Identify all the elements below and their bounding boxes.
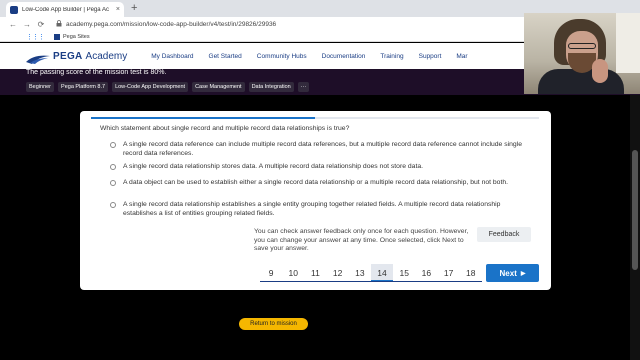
feedback-note: You can check answer feedback only once … (254, 228, 469, 252)
radio-button[interactable] (110, 180, 116, 186)
tag-low-code[interactable]: Low-Code App Development (112, 82, 189, 92)
answer-option-text[interactable]: A single record data relationship establ… (123, 201, 523, 218)
webcam-door (616, 13, 640, 73)
feedback-button[interactable]: Feedback (477, 227, 531, 242)
browser-tab[interactable]: Low-Code App Builder | Pega Ac × (6, 2, 124, 17)
page-12[interactable]: 12 (327, 264, 349, 282)
page-11[interactable]: 11 (304, 264, 326, 282)
page-15[interactable]: 15 (393, 264, 415, 282)
answer-option[interactable]: A single record data relationship stores… (110, 163, 523, 172)
question-text: Which statement about single record and … (100, 125, 350, 132)
back-icon[interactable]: ← (6, 20, 20, 29)
answer-option-text[interactable]: A single record data relationship stores… (123, 163, 523, 172)
return-to-mission-button[interactable]: Return to mission (239, 318, 308, 330)
nav-my-dashboard[interactable]: My Dashboard (151, 53, 193, 60)
close-tab-icon[interactable]: × (116, 6, 120, 13)
apps-grid-icon[interactable]: ⋮⋮⋮ (26, 33, 45, 41)
page-9[interactable]: 9 (260, 264, 282, 282)
pager-underline (260, 281, 482, 282)
answer-option[interactable]: A single record data relationship establ… (110, 201, 523, 218)
nav-community-hubs[interactable]: Community Hubs (257, 53, 307, 60)
tag-beginner[interactable]: Beginner (26, 82, 55, 92)
top-navigation: My Dashboard Get Started Community Hubs … (151, 53, 482, 60)
address-bar[interactable]: academy.pega.com/mission/low-code-app-bu… (66, 21, 276, 28)
webcam-overlay (524, 13, 640, 94)
forward-icon[interactable]: → (20, 20, 34, 29)
page-10[interactable]: 10 (282, 264, 304, 282)
lock-icon (56, 20, 62, 29)
question-card: Which statement about single record and … (80, 111, 551, 290)
bookmark-pega-sites[interactable]: Pega Sites (63, 34, 90, 40)
question-pager: 9 10 11 12 13 14 15 16 17 18 (260, 264, 482, 282)
nav-training[interactable]: Training (380, 53, 403, 60)
tag-data-integration[interactable]: Data Integration (248, 82, 294, 92)
nav-support[interactable]: Support (419, 53, 442, 60)
radio-button[interactable] (110, 142, 116, 148)
radio-button[interactable] (110, 202, 116, 208)
answer-option-text[interactable]: A data object can be used to establish e… (123, 179, 523, 188)
page-14-current[interactable]: 14 (370, 264, 394, 282)
test-progress-fill (91, 117, 315, 119)
tag-list: Beginner Pega Platform 8.7 Low-Code App … (26, 82, 313, 92)
page-18[interactable]: 18 (460, 264, 482, 282)
tag-case-management[interactable]: Case Management (192, 82, 245, 92)
next-label: Next (499, 268, 517, 278)
logo-pega-text: PEGA (53, 50, 83, 62)
pega-bookmark-icon (54, 33, 60, 40)
nav-documentation[interactable]: Documentation (322, 53, 366, 60)
pega-favicon-icon (10, 5, 18, 14)
page-13[interactable]: 13 (349, 264, 371, 282)
tab-title: Low-Code App Builder | Pega Ac (22, 6, 109, 13)
nav-more[interactable]: Mar (456, 53, 467, 60)
pega-logo-icon (26, 51, 50, 64)
answer-option-text[interactable]: A single record data reference can inclu… (123, 141, 523, 158)
radio-button[interactable] (110, 164, 116, 170)
pega-academy-logo[interactable]: PEGA Academy (26, 50, 128, 64)
logo-academy-text: Academy (85, 50, 128, 62)
reload-icon[interactable]: ⟳ (34, 20, 48, 29)
scrollbar-thumb[interactable] (632, 150, 638, 270)
new-tab-icon[interactable]: + (131, 2, 137, 14)
webcam-person-glasses (568, 43, 596, 49)
answer-option[interactable]: A data object can be used to establish e… (110, 179, 523, 188)
page-17[interactable]: 17 (438, 264, 460, 282)
webcam-person-hand (592, 59, 608, 83)
page-16[interactable]: 16 (415, 264, 437, 282)
tag-pega-platform[interactable]: Pega Platform 8.7 (58, 82, 109, 92)
answer-option[interactable]: A single record data reference can inclu… (110, 141, 523, 158)
next-button[interactable]: Next ▶ (486, 264, 539, 282)
tag-more[interactable]: ··· (297, 82, 310, 92)
passing-score-text: The passing score of the mission test is… (26, 69, 167, 76)
test-progress-bar (91, 117, 539, 119)
play-arrow-icon: ▶ (520, 270, 526, 277)
nav-get-started[interactable]: Get Started (209, 53, 242, 60)
